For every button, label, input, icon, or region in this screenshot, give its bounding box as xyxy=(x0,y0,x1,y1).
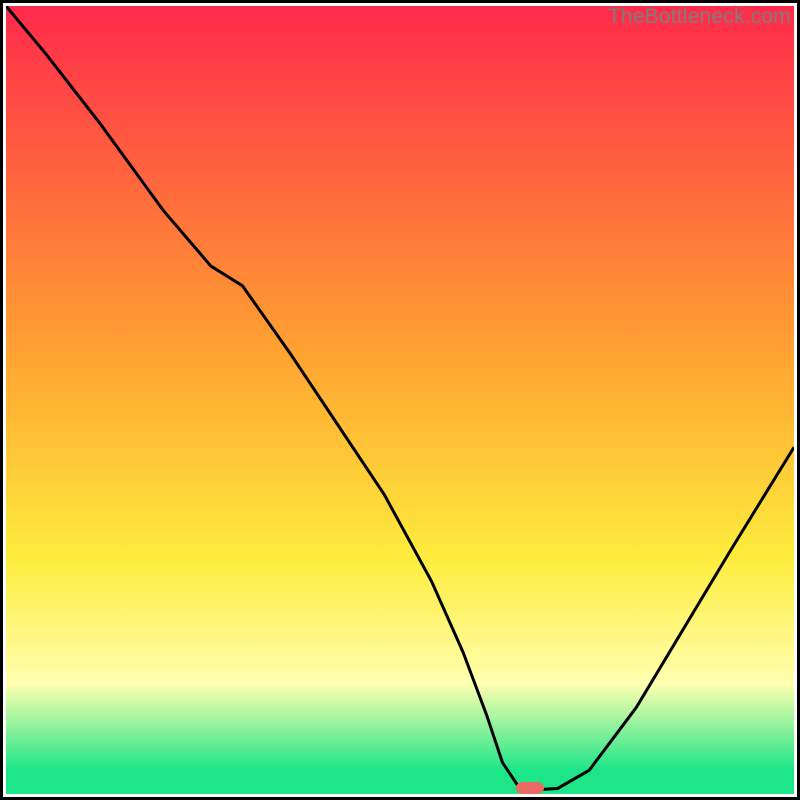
bottleneck-curve xyxy=(6,6,794,794)
watermark-text: TheBottleneck.com xyxy=(608,5,791,29)
optimal-marker xyxy=(516,782,544,794)
chart-container: TheBottleneck.com xyxy=(0,0,800,800)
plot-area xyxy=(6,6,794,794)
